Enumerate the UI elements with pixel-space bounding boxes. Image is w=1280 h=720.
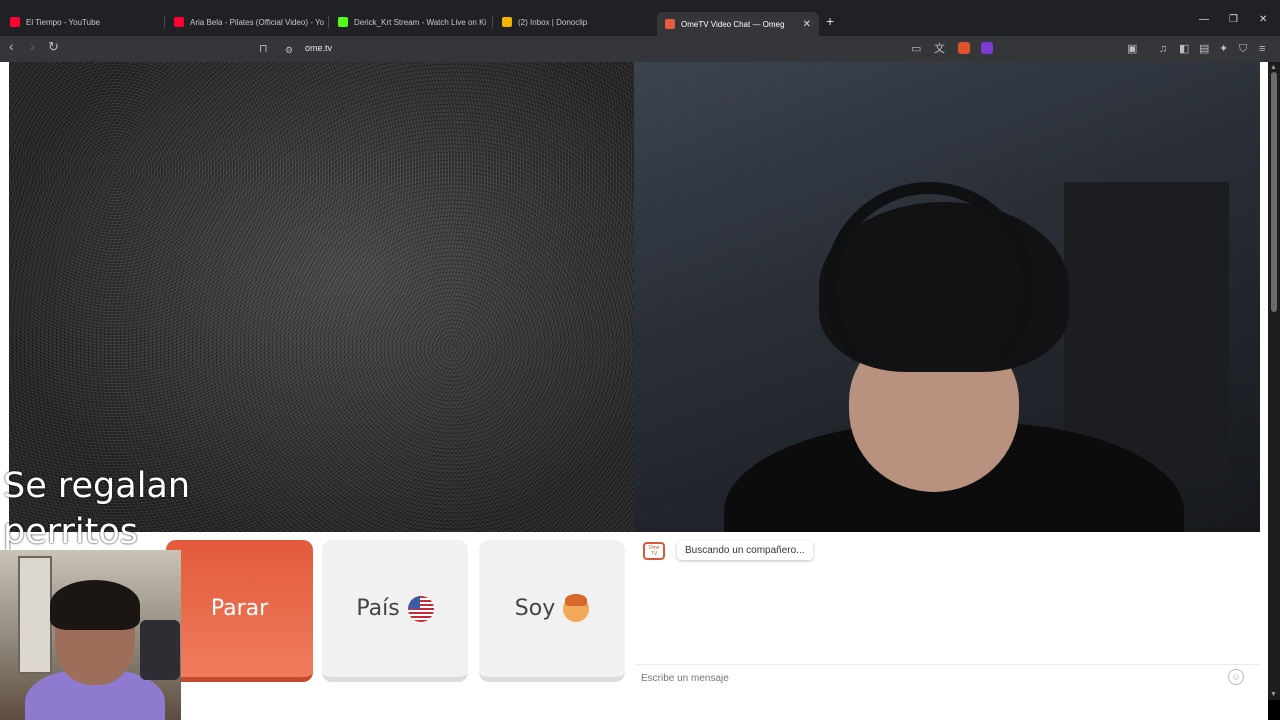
forward-icon[interactable]: › xyxy=(30,39,35,53)
new-tab-button[interactable]: + xyxy=(826,13,834,29)
ometv-logo-icon: Ome TV xyxy=(643,542,665,560)
address-bar[interactable]: ome.tv xyxy=(305,43,332,53)
sidebar-icon[interactable]: ◧ xyxy=(1179,42,1189,56)
restore-icon[interactable]: ❐ xyxy=(1229,14,1238,25)
chat-status-message: Buscando un compañero... xyxy=(677,541,813,560)
partner-video-static xyxy=(9,62,634,532)
wallet-icon[interactable]: ▤ xyxy=(1199,42,1209,56)
ometv-icon xyxy=(665,19,675,29)
media-icon[interactable]: ♫ xyxy=(1159,42,1167,56)
tab-ometv[interactable]: OmeTV Video Chat — Omeg ✕ xyxy=(657,12,819,36)
message-row: ☺ xyxy=(635,664,1260,690)
boy-emoji-icon xyxy=(563,593,590,622)
country-button[interactable]: País xyxy=(322,540,468,682)
own-camera-video xyxy=(634,62,1260,532)
stream-overlay-text: Se regalan perritos xyxy=(3,463,190,555)
chat-panel: Ome TV Buscando un compañero... ☺ xyxy=(635,532,1260,690)
youtube-icon xyxy=(174,17,184,27)
close-window-icon[interactable]: ✕ xyxy=(1259,14,1267,25)
youtube-icon xyxy=(10,17,20,27)
tab-title: Aria Bela - Pilates (Official Video) - Y… xyxy=(190,17,324,27)
tab-title: Derick_Krt Stream - Watch Live on Ki xyxy=(354,17,486,27)
tab-kick-stream[interactable]: Derick_Krt Stream - Watch Live on Ki xyxy=(330,12,486,32)
minimize-icon[interactable]: — xyxy=(1199,14,1209,25)
us-flag-icon xyxy=(407,595,434,622)
microphone xyxy=(140,620,180,680)
kick-icon xyxy=(338,17,348,27)
bookmark-icon[interactable]: ⊓ xyxy=(259,42,268,56)
tab-title: OmeTV Video Chat — Omeg xyxy=(681,19,785,29)
site-settings-icon[interactable]: ⚙ xyxy=(285,43,293,57)
stop-button[interactable]: Parar xyxy=(166,540,313,682)
tab-title: (2) Inbox | Donoclip xyxy=(518,17,588,27)
donoclip-icon xyxy=(502,17,512,27)
streamer-webcam-overlay xyxy=(0,550,181,720)
back-icon[interactable]: ‹ xyxy=(9,39,14,53)
leo-ai-icon[interactable]: ✦ xyxy=(1219,42,1228,56)
screenshot-icon[interactable]: ▣ xyxy=(1127,42,1137,56)
scrollbar-thumb[interactable] xyxy=(1271,72,1277,312)
overlay-line-2: perritos xyxy=(3,512,139,552)
reload-icon[interactable]: ↻ xyxy=(48,40,59,54)
stop-label: Parar xyxy=(210,596,269,621)
overlay-line-1: Se regalan xyxy=(3,466,191,506)
browser-toolbar: ‹ › ↻ ⊓ ⚙ ome.tv ▭ 文 ▣ ♫ ◧ ▤ ✦ ⛉ ≡ xyxy=(0,36,1280,62)
headphones xyxy=(824,182,1034,392)
translate-icon[interactable]: 文 xyxy=(934,42,945,56)
message-input[interactable] xyxy=(641,669,1221,687)
brave-shields-icon[interactable] xyxy=(958,42,970,54)
tab-title: El Tiempo - YouTube xyxy=(26,17,100,27)
menu-icon[interactable]: ≡ xyxy=(1259,42,1265,56)
cast-icon[interactable]: ▭ xyxy=(911,42,921,56)
gender-label: Soy xyxy=(514,596,556,621)
emoji-icon[interactable]: ☺ xyxy=(1228,669,1244,685)
gender-button[interactable]: Soy xyxy=(479,540,625,682)
vpn-icon[interactable]: ⛉ xyxy=(1239,42,1247,56)
page-scrollbar[interactable]: ▲ ▼ xyxy=(1268,62,1280,700)
tab-youtube-el-tiempo[interactable]: El Tiempo - YouTube xyxy=(2,12,162,32)
country-label: País xyxy=(356,596,400,621)
tab-youtube-pilates[interactable]: Aria Bela - Pilates (Official Video) - Y… xyxy=(166,12,324,32)
tab-donoclip-inbox[interactable]: (2) Inbox | Donoclip xyxy=(494,12,650,32)
brave-rewards-icon[interactable] xyxy=(981,42,993,54)
close-tab-icon[interactable]: ✕ xyxy=(803,19,811,30)
